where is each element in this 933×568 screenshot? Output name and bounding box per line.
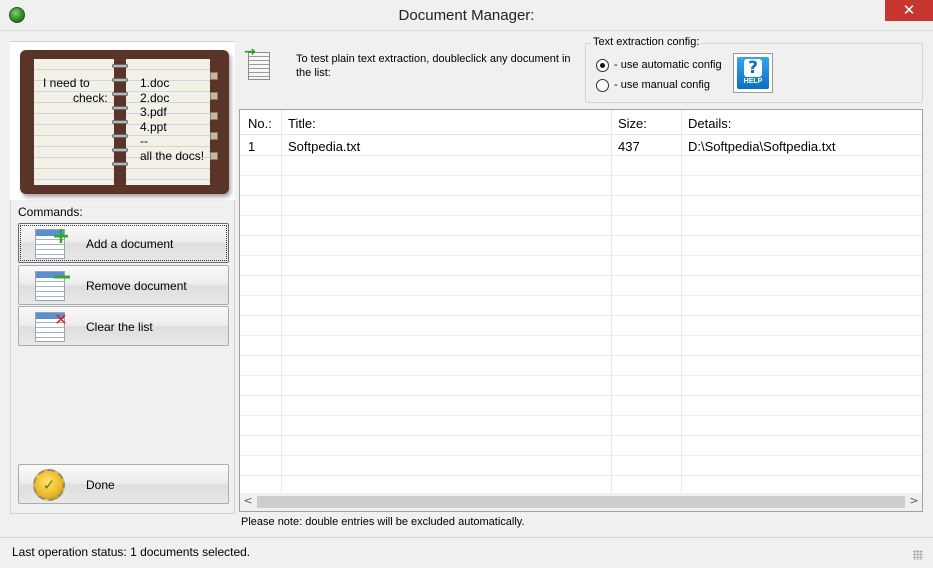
row-divider: [240, 155, 922, 156]
title-bar: Document Manager: ✕: [0, 0, 933, 31]
close-button[interactable]: ✕: [885, 0, 933, 21]
scrollbar-thumb[interactable]: [257, 496, 905, 508]
horizontal-scrollbar[interactable]: < >: [240, 493, 922, 511]
x-mark-icon: ✕: [54, 310, 68, 329]
notebook-text: 2.doc: [140, 91, 170, 105]
scroll-left-icon[interactable]: <: [240, 494, 256, 507]
row-divider: [240, 355, 922, 356]
row-divider: [240, 295, 922, 296]
extraction-config-title: Text extraction config:: [591, 36, 702, 48]
notebook-text: 4.ppt: [140, 120, 167, 134]
row-divider: [240, 195, 922, 196]
notebook-tab: [210, 132, 218, 140]
clear-list-label: Clear the list: [86, 320, 153, 334]
row-divider: [240, 315, 922, 316]
done-label: Done: [86, 478, 115, 492]
notebook-tab: [210, 92, 218, 100]
question-mark-icon: ?: [744, 59, 762, 77]
status-text: Last operation status: 1 documents selec…: [12, 545, 251, 559]
duplicate-note: Please note: double entries will be excl…: [241, 516, 525, 528]
column-header-no[interactable]: No.:: [248, 116, 272, 131]
column-header-details[interactable]: Details:: [688, 116, 731, 131]
list-header: No.: Title: Size: Details:: [240, 110, 922, 135]
notebook-tab: [210, 112, 218, 120]
radio-button[interactable]: [596, 79, 609, 92]
help-button[interactable]: ? HELP: [733, 53, 773, 93]
done-checkmark-icon: ✓: [33, 469, 65, 501]
plus-icon: +: [51, 224, 71, 249]
done-button[interactable]: ✓ Done: [18, 464, 229, 504]
remove-document-label: Remove document: [86, 279, 187, 293]
ring: [112, 134, 128, 138]
minus-icon: −: [51, 262, 73, 292]
resize-grip-icon[interactable]: [913, 550, 923, 560]
row-divider: [240, 415, 922, 416]
notebook-text: 1.doc: [140, 76, 170, 90]
ring: [112, 162, 128, 166]
manual-config-label: - use manual config: [614, 79, 710, 91]
row-divider: [240, 175, 922, 176]
auto-config-label: - use automatic config: [614, 59, 722, 71]
notebook-illustration: I need to check: 1.doc 2.doc 3.pdf 4.ppt…: [10, 42, 235, 200]
scroll-right-icon[interactable]: >: [906, 494, 922, 507]
help-label: HELP: [743, 78, 763, 85]
row-divider: [240, 215, 922, 216]
help-icon: ? HELP: [737, 57, 769, 89]
notebook-text: all the docs!: [140, 149, 205, 163]
ring: [112, 64, 128, 68]
notebook-tab: [210, 152, 218, 160]
window-title: Document Manager:: [398, 7, 535, 24]
clear-list-button[interactable]: ✕ Clear the list: [18, 306, 229, 346]
hint-text: To test plain text extraction, doublecli…: [296, 53, 571, 79]
ring: [112, 120, 128, 124]
ring: [112, 106, 128, 110]
ring: [112, 78, 128, 82]
row-divider: [240, 435, 922, 436]
document-arrow-icon: →: [244, 44, 274, 82]
add-document-label: Add a document: [86, 237, 174, 251]
documents-list[interactable]: No.: Title: Size: Details: 1 Softpedia.t…: [239, 109, 923, 512]
column-header-size[interactable]: Size:: [618, 116, 647, 131]
row-divider: [240, 375, 922, 376]
row-divider: [240, 255, 922, 256]
cell-title: Softpedia.txt: [288, 139, 361, 154]
notebook-tab: [210, 72, 218, 80]
row-divider: [240, 475, 922, 476]
ring: [112, 92, 128, 96]
row-divider: [240, 455, 922, 456]
row-divider: [240, 275, 922, 276]
status-bar: Last operation status: 1 documents selec…: [0, 537, 933, 568]
row-divider: [240, 395, 922, 396]
add-document-button[interactable]: + Add a document: [18, 223, 229, 263]
notebook-text: I need to: [43, 76, 90, 90]
cell-size: 437: [618, 139, 640, 154]
row-divider: [240, 335, 922, 336]
remove-document-button[interactable]: − Remove document: [18, 262, 229, 305]
ring: [112, 148, 128, 152]
notebook-text: --: [140, 134, 148, 148]
row-divider: [240, 235, 922, 236]
notebook-text: 3.pdf: [140, 105, 167, 119]
notebook-cover: I need to check: 1.doc 2.doc 3.pdf 4.ppt…: [20, 50, 229, 194]
commands-label: Commands:: [18, 205, 83, 219]
column-header-title[interactable]: Title:: [288, 116, 316, 131]
cell-no: 1: [248, 139, 256, 154]
notebook-text: check:: [73, 91, 108, 105]
cell-details: D:\Softpedia\Softpedia.txt: [688, 139, 836, 154]
radio-button-checked[interactable]: [596, 59, 609, 72]
